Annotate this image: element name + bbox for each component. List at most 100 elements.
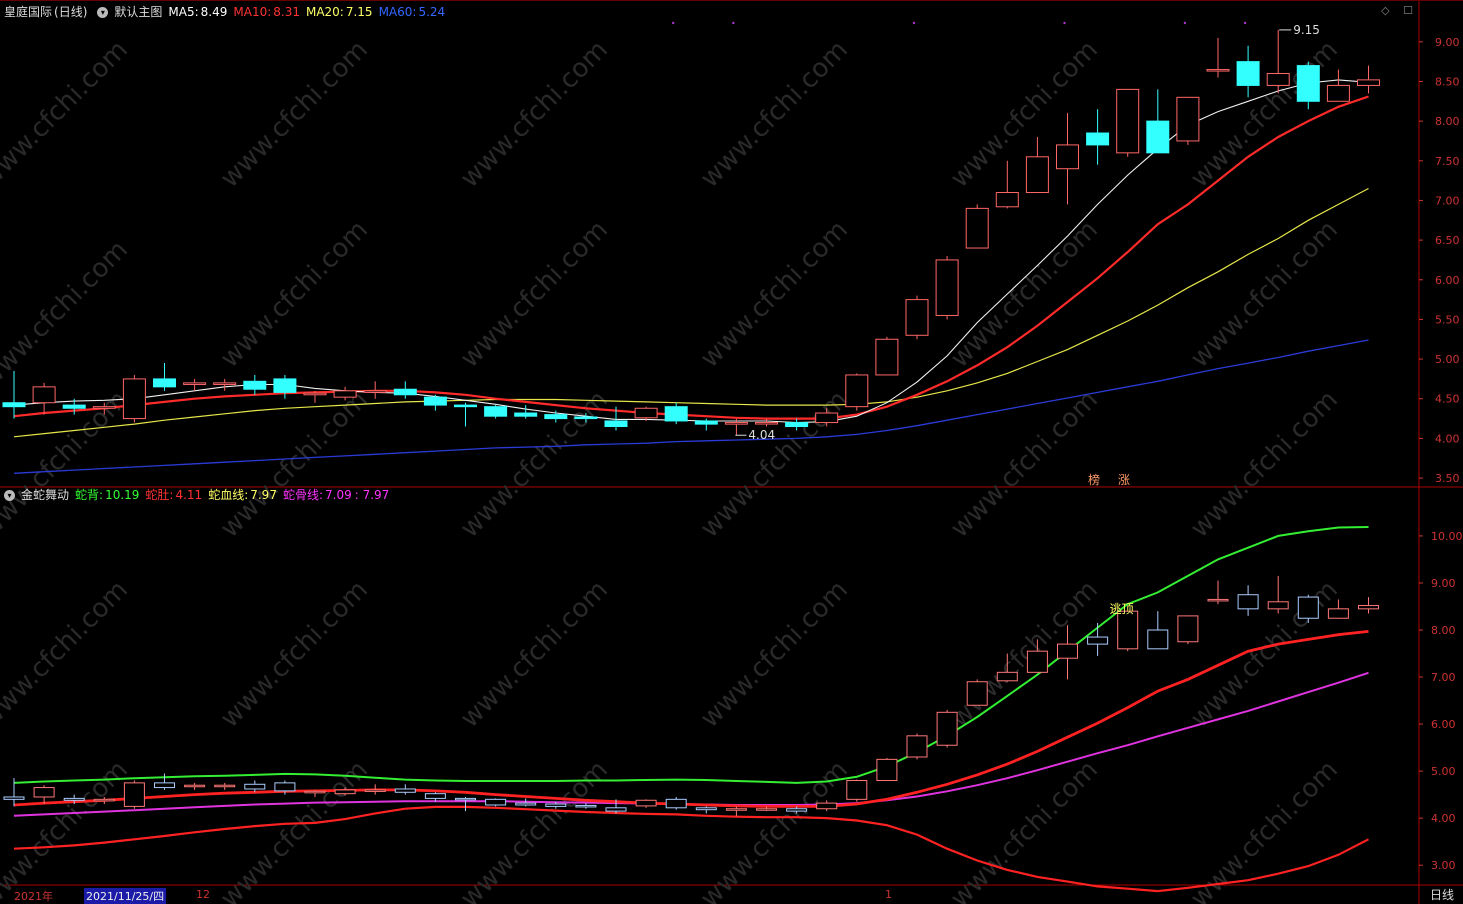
candle-body	[724, 422, 748, 425]
indicator-tick-label: 3.00	[1431, 859, 1456, 872]
event-marker-dot	[672, 21, 675, 25]
price-tick-label: 4.50	[1435, 393, 1460, 406]
candle-body	[183, 382, 207, 385]
snake-back-line	[13, 526, 1369, 784]
snake-belly-label: 蛇肚:	[145, 488, 174, 502]
indicator-tick-label: 7.00	[1431, 671, 1456, 684]
watermark-text: www.cfchi.com	[215, 575, 374, 734]
sub-candle-body	[515, 802, 537, 806]
sub-candle-body	[906, 735, 928, 758]
sub-candle-body	[816, 802, 838, 810]
price-tick-label: 5.00	[1435, 353, 1460, 366]
kline-chart-canvas[interactable]: 9.00 8.50 8.00 7.50 7.00 6.50 6.00 5.50 5.00 4.50…	[0, 0, 1463, 904]
sub-candle-body	[1327, 608, 1349, 619]
event-marker-dot	[1063, 21, 1066, 25]
watermark-text: www.cfchi.com	[695, 35, 854, 194]
price-tick-label: 8.00	[1435, 115, 1460, 128]
period-button[interactable]: 日线	[1421, 886, 1463, 904]
diamond-icon[interactable]: ◇	[1381, 4, 1389, 17]
candle-body	[393, 388, 417, 396]
sub-candle-body	[605, 807, 627, 812]
candle-body	[243, 380, 267, 390]
sub-candle-body	[364, 789, 386, 792]
watermark-text: www.cfchi.com	[1185, 215, 1344, 374]
candle-body	[1116, 88, 1140, 154]
stock-name: 皇庭国际	[4, 5, 53, 19]
square-icon[interactable]: ☐	[1403, 4, 1413, 17]
candle-body	[1086, 132, 1110, 146]
sub-candle-body	[274, 782, 296, 792]
candle-body	[634, 407, 658, 419]
window-controls: ◇ ☐	[1371, 4, 1413, 17]
ma20-value: 7.15	[345, 5, 373, 19]
snake-blood-label: 蛇血线:	[208, 488, 249, 502]
candle-body	[1357, 79, 1380, 86]
ma60-label: MA60:	[378, 5, 417, 19]
sub-candle-body	[575, 804, 597, 808]
indicator-tick-label: 9.00	[1431, 577, 1456, 590]
watermark-text: www.cfchi.com	[695, 755, 854, 904]
watermark-text: www.cfchi.com	[945, 575, 1104, 734]
event-marker-dot	[1183, 21, 1187, 25]
watermark-text: www.cfchi.com	[215, 35, 374, 194]
candle-body	[514, 412, 538, 417]
sub-candle-body	[695, 807, 717, 811]
candle-body	[484, 406, 508, 417]
rise-tag: 涨	[1118, 472, 1130, 487]
indicator-menu-icon[interactable]: ▾	[4, 489, 15, 501]
snake-belly-line	[13, 805, 1370, 893]
ma60-line	[13, 339, 1369, 474]
candle-body	[845, 374, 869, 408]
sub-candle-body	[1087, 636, 1109, 645]
template-menu-icon[interactable]: ▾	[97, 6, 109, 18]
candle-body	[1236, 61, 1260, 86]
watermark-text: www.cfchi.com	[0, 755, 134, 904]
extra-value: : 7.97	[354, 488, 390, 502]
snake-back-value: 10.19	[105, 488, 140, 502]
candle-body	[333, 390, 357, 398]
ma10-label: MA10:	[233, 5, 272, 19]
price-tick-label: 6.50	[1435, 234, 1460, 247]
sub-chart-header: ▾ 金蛇舞动 蛇背: 10.19 蛇肚: 4.11 蛇血线: 7.97 蛇骨线: 7.0…	[0, 486, 395, 504]
ma5-value: 8.49	[200, 5, 228, 19]
watermark-text: www.cfchi.com	[455, 215, 614, 374]
price-tick-label: 6.00	[1435, 274, 1460, 287]
sub-candle-body	[1297, 596, 1319, 619]
sub-candle-body	[1267, 601, 1289, 610]
watermark-text: www.cfchi.com	[695, 385, 854, 544]
watermark-text: www.cfchi.com	[695, 575, 854, 734]
chart-stage: 9.00 8.50 8.00 7.50 7.00 6.50 6.00 5.50 5.00 4.50…	[0, 0, 1463, 904]
indicator-name[interactable]: 金蛇舞动	[21, 486, 69, 504]
candle-body	[995, 192, 1019, 208]
watermark-text: www.cfchi.com	[945, 35, 1104, 194]
sub-candle-body	[876, 758, 898, 782]
template-label[interactable]: 默认主图	[114, 3, 162, 21]
watermark-text: www.cfchi.com	[215, 755, 374, 904]
month-12-label: 12	[196, 888, 210, 901]
escape-top-signal: 逃顶	[1110, 602, 1134, 616]
sub-candle-body	[394, 788, 416, 793]
sub-candle-body	[184, 784, 206, 788]
candle-body	[2, 402, 26, 408]
indicator-tick-label: 4.00	[1431, 812, 1456, 825]
watermark-text: www.cfchi.com	[695, 215, 854, 374]
sub-candle-body	[635, 799, 657, 807]
high-price-label: 9.15	[1293, 23, 1320, 37]
candle-body	[965, 207, 989, 249]
low-price-label: 4.04	[748, 428, 775, 442]
sub-candle-body	[33, 787, 55, 798]
period-label: (日线)	[54, 5, 88, 19]
price-tick-label: 9.00	[1435, 36, 1460, 49]
watermark-text: www.cfchi.com	[1185, 575, 1344, 734]
sub-candle-body	[455, 797, 476, 801]
sub-candle-body	[93, 798, 115, 802]
candle-body	[32, 386, 56, 404]
main-chart-header: 皇庭国际 (日线) ▾ 默认主图 MA5: 8.49 MA10: 8.31 MA20…	[4, 3, 451, 21]
candle-body	[1056, 144, 1079, 170]
snake-blood-value: 7.97	[250, 488, 277, 502]
ma5-label: MA5:	[168, 5, 199, 19]
sub-candle-body	[1026, 650, 1048, 673]
candle-body	[1025, 156, 1049, 194]
candle-body	[92, 406, 116, 409]
sub-candle-body	[1117, 610, 1139, 650]
